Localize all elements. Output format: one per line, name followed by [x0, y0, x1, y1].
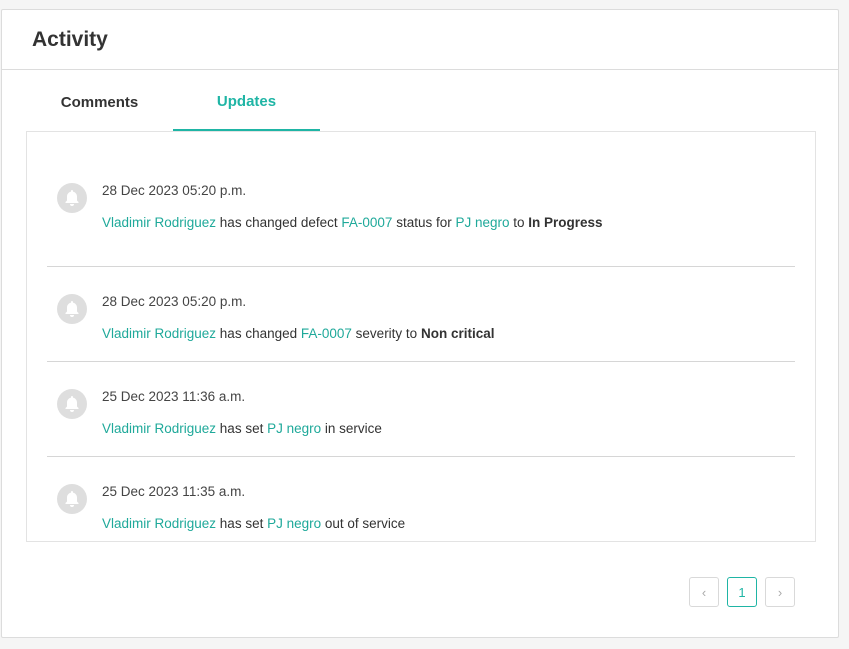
defect-link[interactable]: FA-0007	[341, 215, 392, 230]
activity-card: Activity Comments Updates 28 Dec 2023 05…	[1, 9, 839, 638]
text-segment: has changed	[216, 326, 301, 341]
activity-item: 28 Dec 2023 05:20 p.m. Vladimir Rodrigue…	[47, 267, 795, 362]
bell-icon	[57, 183, 87, 213]
pagination: ‹ 1 ›	[689, 577, 795, 607]
asset-link[interactable]: PJ negro	[267, 516, 321, 531]
page-1-button[interactable]: 1	[727, 577, 757, 607]
user-link[interactable]: Vladimir Rodriguez	[102, 421, 216, 436]
text-segment: out of service	[321, 516, 406, 531]
card-title: Activity	[32, 27, 108, 51]
status-value: In Progress	[528, 215, 603, 230]
user-link[interactable]: Vladimir Rodriguez	[102, 215, 216, 230]
text-segment: has set	[216, 516, 268, 531]
activity-timestamp: 25 Dec 2023 11:35 a.m.	[102, 484, 246, 499]
activity-text: Vladimir Rodriguez has changed defect FA…	[102, 214, 603, 232]
updates-panel: 28 Dec 2023 05:20 p.m. Vladimir Rodrigue…	[26, 131, 816, 542]
defect-link[interactable]: FA-0007	[301, 326, 352, 341]
bell-icon	[57, 294, 87, 324]
activity-item: 25 Dec 2023 11:36 a.m. Vladimir Rodrigue…	[47, 362, 795, 457]
chevron-left-icon: ‹	[701, 584, 707, 600]
bell-icon	[57, 484, 87, 514]
asset-link[interactable]: PJ negro	[267, 421, 321, 436]
chevron-right-icon: ›	[777, 584, 783, 600]
user-link[interactable]: Vladimir Rodriguez	[102, 516, 216, 531]
activity-item: 28 Dec 2023 05:20 p.m. Vladimir Rodrigue…	[47, 157, 795, 267]
next-page-button[interactable]: ›	[765, 577, 795, 607]
text-segment: severity to	[351, 326, 421, 341]
tab-comments[interactable]: Comments	[26, 70, 173, 131]
bell-icon	[57, 389, 87, 419]
text-segment: to	[509, 215, 529, 230]
asset-link[interactable]: PJ negro	[455, 215, 509, 230]
activity-timestamp: 28 Dec 2023 05:20 p.m.	[102, 183, 247, 198]
activity-text: Vladimir Rodriguez has set PJ negro in s…	[102, 420, 382, 438]
text-segment: in service	[321, 421, 382, 436]
user-link[interactable]: Vladimir Rodriguez	[102, 326, 216, 341]
activity-item: 25 Dec 2023 11:35 a.m. Vladimir Rodrigue…	[47, 457, 795, 552]
prev-page-button[interactable]: ‹	[689, 577, 719, 607]
tab-updates[interactable]: Updates	[173, 70, 320, 131]
activity-text: Vladimir Rodriguez has changed FA-0007 s…	[102, 325, 494, 343]
activity-timestamp: 25 Dec 2023 11:36 a.m.	[102, 389, 246, 404]
activity-timestamp: 28 Dec 2023 05:20 p.m.	[102, 294, 247, 309]
text-segment: has set	[216, 421, 268, 436]
activity-text: Vladimir Rodriguez has set PJ negro out …	[102, 515, 405, 533]
tab-bar: Comments Updates	[26, 70, 320, 131]
text-segment: has changed defect	[216, 215, 342, 230]
card-header: Activity	[2, 10, 838, 70]
text-segment: status for	[392, 215, 456, 230]
severity-value: Non critical	[420, 326, 495, 341]
